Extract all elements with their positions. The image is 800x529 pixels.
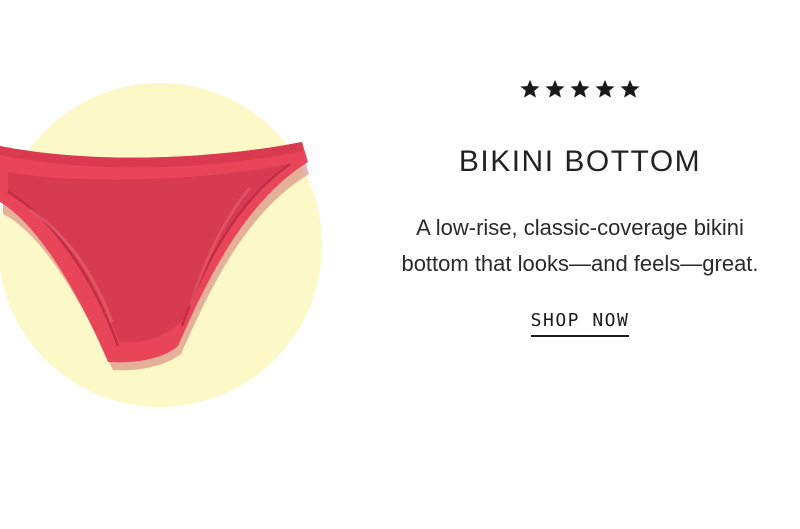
- promo-card: BIKINI BOTTOM A low-rise, classic-covera…: [0, 0, 800, 529]
- product-image[interactable]: [0, 60, 360, 440]
- bikini-bottom-image: [0, 83, 322, 407]
- star-icon: [595, 79, 615, 98]
- shop-now-link[interactable]: SHOP NOW: [530, 310, 630, 337]
- product-title: BIKINI BOTTOM: [458, 145, 702, 178]
- star-icon: [620, 79, 640, 98]
- star-icon: [520, 79, 540, 98]
- promo-copy: BIKINI BOTTOM A low-rise, classic-covera…: [370, 78, 790, 337]
- product-description: A low-rise, classic-coverage bikini bott…: [401, 215, 759, 276]
- star-icon: [570, 79, 590, 98]
- star-icon: [545, 79, 565, 98]
- rating-stars: [370, 78, 790, 100]
